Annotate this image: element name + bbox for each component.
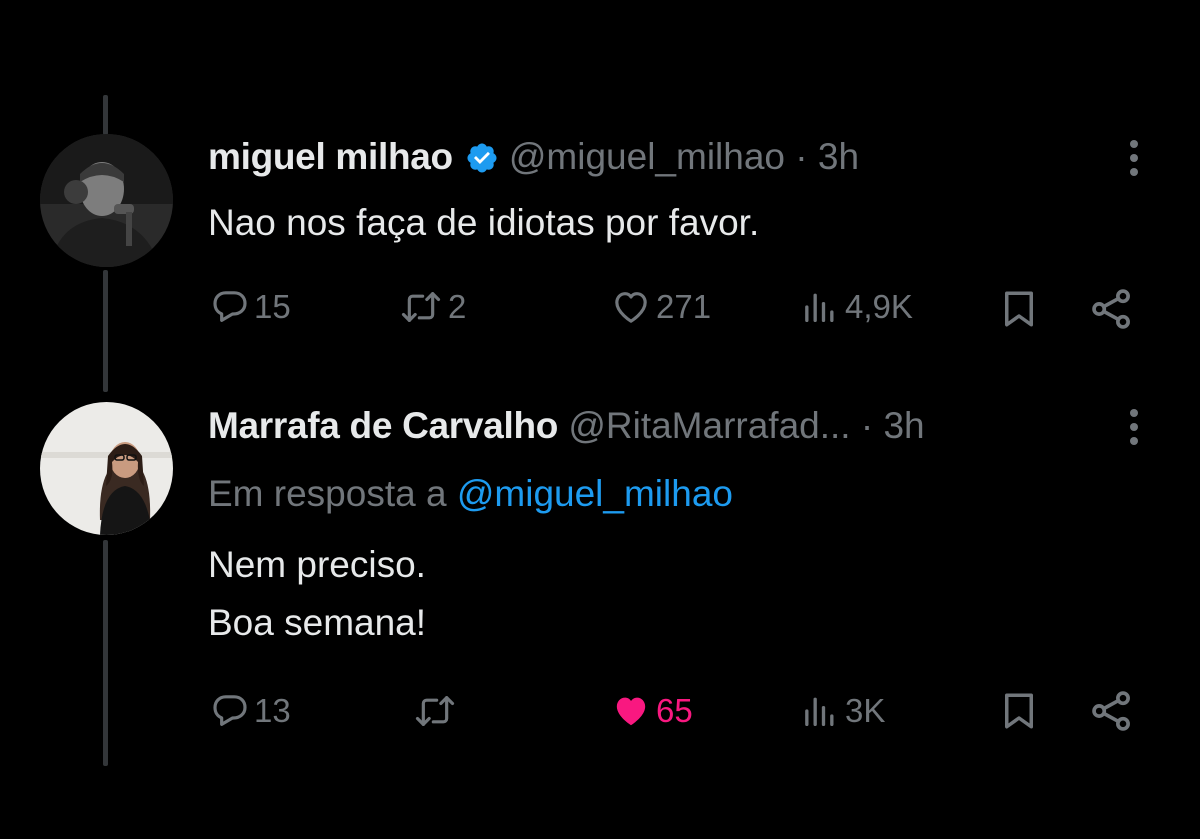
- share-icon: [1092, 691, 1130, 731]
- views-button[interactable]: 4,9K: [801, 287, 913, 327]
- like-count: 65: [656, 692, 693, 729]
- retweet-count: 2: [448, 288, 467, 325]
- bookmark-button[interactable]: [998, 287, 1040, 331]
- tweet-text: Nao nos faça de idiotas por favor.: [208, 196, 759, 250]
- reply-mention-link[interactable]: @miguel_milhao: [457, 473, 733, 514]
- avatar-photo: [40, 402, 173, 535]
- reply-bubble-icon: [213, 695, 247, 726]
- more-vertical-icon[interactable]: [1129, 409, 1139, 451]
- views-button[interactable]: 3K: [801, 691, 885, 731]
- views-bar-chart-icon: [805, 293, 834, 322]
- thread-line-bottom: [103, 540, 108, 766]
- tweet-text-line: Boa semana!: [208, 602, 427, 643]
- bookmark-icon: [1005, 291, 1033, 327]
- bookmark-icon: [1005, 693, 1033, 729]
- reply-button[interactable]: 13: [210, 691, 291, 731]
- reply-context: Em resposta a @miguel_milhao: [208, 472, 733, 516]
- bookmark-button[interactable]: [998, 689, 1040, 733]
- share-button[interactable]: [1088, 689, 1136, 733]
- like-button[interactable]: 271: [610, 287, 711, 327]
- retweet-icon: [401, 292, 441, 322]
- timestamp[interactable]: 3h: [883, 405, 924, 446]
- timestamp[interactable]: 3h: [818, 136, 859, 177]
- reply-prefix: Em resposta a: [208, 473, 447, 514]
- more-vertical-icon[interactable]: [1129, 140, 1139, 182]
- retweet-icon: [415, 696, 455, 726]
- reply-bubble-icon: [213, 291, 247, 322]
- tweet-text-line: Nao nos faça de idiotas por favor.: [208, 202, 760, 243]
- author-name[interactable]: Marrafa de Carvalho: [208, 405, 558, 446]
- like-count: 271: [656, 288, 712, 325]
- author-handle[interactable]: @miguel_milhao: [509, 136, 785, 177]
- heart-icon: [616, 697, 646, 726]
- reply-count: 13: [254, 692, 291, 729]
- tweet-text-line: Nem preciso.: [208, 544, 426, 585]
- heart-icon: [615, 292, 647, 323]
- author-handle[interactable]: @RitaMarrafad...: [568, 405, 850, 446]
- share-icon: [1092, 289, 1130, 329]
- avatar[interactable]: [40, 402, 173, 535]
- retweet-button[interactable]: 2: [398, 287, 466, 327]
- separator: ·: [860, 405, 874, 446]
- thread-line-top: [103, 95, 108, 135]
- thread-line-middle: [103, 270, 108, 392]
- retweet-button[interactable]: [412, 691, 462, 731]
- tweet-header: miguel milhao @miguel_milhao · 3h: [208, 135, 859, 185]
- tweet-header: Marrafa de Carvalho @RitaMarrafad... · 3…: [208, 404, 925, 448]
- views-count: 3K: [845, 692, 886, 729]
- reply-count: 15: [254, 288, 291, 325]
- reply-button[interactable]: 15: [210, 287, 291, 327]
- tweet-text: Nem preciso. Boa semana!: [208, 538, 426, 650]
- separator: ·: [795, 136, 808, 177]
- views-bar-chart-icon: [805, 697, 834, 726]
- views-count: 4,9K: [845, 288, 913, 325]
- like-button[interactable]: 65: [610, 691, 693, 731]
- author-name[interactable]: miguel milhao: [208, 136, 453, 177]
- avatar-photo: [40, 134, 173, 267]
- verified-badge-icon: [465, 141, 499, 185]
- avatar[interactable]: [40, 134, 173, 267]
- share-button[interactable]: [1088, 287, 1136, 331]
